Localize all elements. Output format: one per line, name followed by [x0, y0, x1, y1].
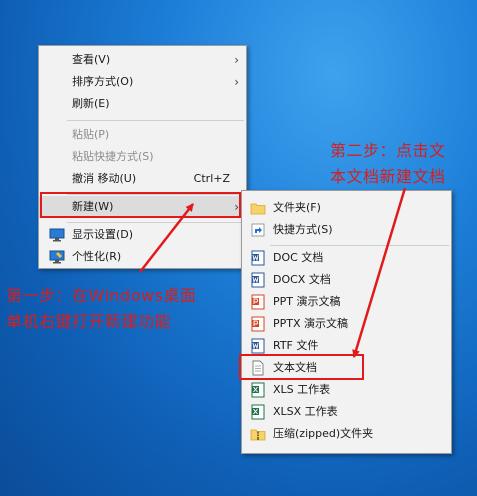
- arrow-to-text-document: [352, 187, 407, 358]
- arrow-to-new-item: [139, 203, 194, 273]
- step1-annotation-line2: 单机右键打开新建功能: [6, 312, 172, 331]
- desktop-background: 查看(V) › 排序方式(O) › 刷新(E) 粘贴(P) 粘贴快捷方式(S) …: [0, 0, 477, 496]
- step1-annotation-line1: 第一步：在Windows桌面: [6, 286, 197, 305]
- annotation-arrows: [139, 187, 407, 358]
- step2-annotation-line1: 第二步：点击文: [330, 141, 446, 160]
- step2-annotation-line2: 本文档新建文档: [330, 167, 446, 186]
